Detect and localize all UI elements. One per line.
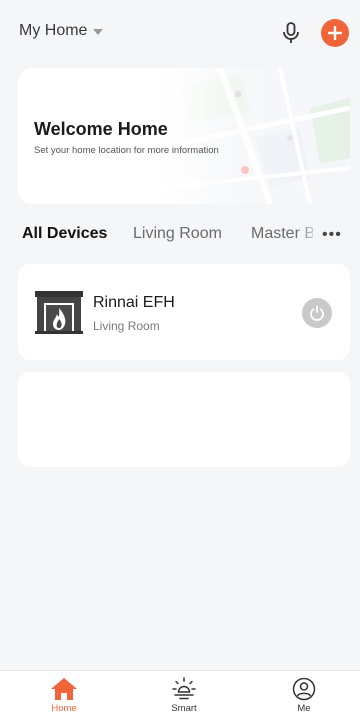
nav-me[interactable]: Me [264,671,344,717]
tab-living-room[interactable]: Living Room [133,225,222,243]
device-room: Living Room [93,319,160,333]
microphone-button[interactable] [278,20,304,46]
device-name: Rinnai EFH [93,294,175,311]
device-card[interactable]: Rinnai EFH Living Room [18,264,350,360]
caret-down-icon [93,29,104,35]
add-button[interactable] [321,19,349,47]
home-icon [51,678,77,700]
power-icon [310,305,324,321]
nav-home-label: Home [51,703,77,714]
power-button[interactable] [302,298,332,328]
nav-smart-label: Smart [171,703,197,714]
room-tabs: All Devices Living Room Master Be ••• [0,219,360,251]
home-selector[interactable]: My Home [19,22,104,40]
welcome-subtitle: Set your home location for more informat… [34,145,219,156]
more-tabs-button[interactable]: ••• [322,223,348,247]
microphone-icon [283,22,299,43]
user-icon [292,677,316,701]
nav-smart[interactable]: Smart [144,671,224,717]
tab-all-devices[interactable]: All Devices [22,225,107,243]
app-header: My Home [0,0,360,64]
welcome-title: Welcome Home [34,119,168,139]
welcome-card[interactable]: Welcome Home Set your home location for … [18,68,350,204]
tab-fade [296,219,322,251]
sun-icon [172,677,196,700]
empty-card [18,372,350,467]
map-illustration [160,68,350,204]
plus-icon [328,26,342,40]
nav-me-label: Me [297,703,311,714]
home-name: My Home [19,22,88,39]
nav-home[interactable]: Home [24,671,104,717]
fireplace-icon [35,291,83,334]
bottom-nav: Home Smart Me [0,670,360,717]
